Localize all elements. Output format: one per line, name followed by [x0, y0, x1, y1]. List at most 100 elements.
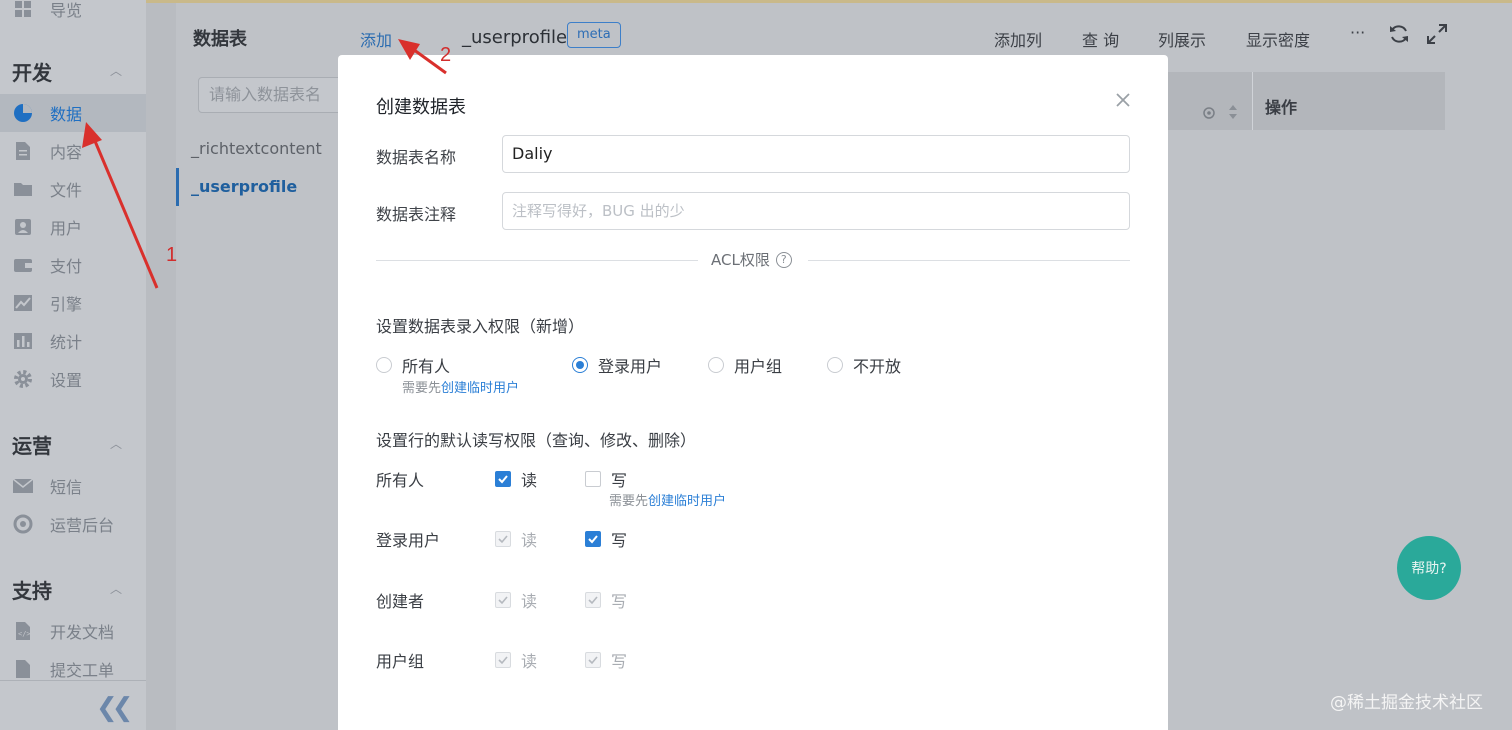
column-settings-icon[interactable] [1202, 105, 1216, 124]
section-title-dev: 开发 [12, 61, 52, 85]
chevron-up-icon[interactable]: ︿ [110, 580, 122, 597]
question-circle-icon[interactable]: ? [775, 251, 792, 268]
table-list-item[interactable]: _richtextcontent [191, 139, 322, 158]
radio-label: 不开放 [853, 357, 902, 376]
annotation-number: 1 [166, 244, 178, 266]
column-display-button[interactable]: 列展示 [1158, 27, 1206, 51]
hint-text: 需要先 [609, 494, 649, 509]
more-button[interactable]: ··· [1350, 23, 1365, 42]
sidebar-item-overview[interactable]: 导览 [0, 0, 146, 28]
radio-circle-selected[interactable] [572, 357, 588, 373]
acl-divider-label: ACL权限 ? [711, 249, 792, 270]
sidebar-item-payment[interactable]: 支付 [0, 246, 146, 284]
checkbox-checked-icon[interactable] [585, 531, 601, 547]
read-label: 读 [521, 592, 538, 611]
role-label: 登录用户 [376, 531, 441, 550]
chevron-up-icon[interactable]: ︿ [110, 435, 122, 452]
sidebar-item-settings[interactable]: 设置 [0, 360, 146, 398]
read-label: 读 [521, 531, 538, 550]
radio-circle[interactable] [376, 357, 392, 373]
sidebar-item-stats[interactable]: 统计 [0, 322, 146, 360]
sidebar-item-label: 引擎 [50, 295, 83, 314]
sidebar-item-sms[interactable]: 短信 [0, 467, 146, 505]
radio-label: 所有人 [402, 357, 451, 376]
sidebar-item-label: 内容 [50, 143, 83, 162]
temp-user-hint: 需要先创建临时用户 [609, 490, 726, 509]
sidebar-item-users[interactable]: 用户 [0, 208, 146, 246]
grid-icon [12, 0, 34, 20]
create-temp-user-link[interactable]: 创建临时用户 [441, 381, 519, 396]
sidebar-item-engine[interactable]: 引擎 [0, 284, 146, 322]
sidebar-item-content[interactable]: 内容 [0, 132, 146, 170]
checkbox-icon[interactable] [585, 471, 601, 487]
table-name-input[interactable]: Daliy [502, 135, 1130, 173]
help-button[interactable]: 帮助? [1397, 536, 1461, 600]
table-list-item-active[interactable]: _userprofile [191, 177, 297, 196]
sidebar-item-data[interactable]: 数据 [0, 94, 146, 132]
chevron-up-icon[interactable]: ︿ [110, 62, 122, 79]
section-title-support: 支持 [12, 579, 52, 603]
sidebar-item-label: 开发文档 [50, 623, 115, 642]
write-label: 写 [611, 531, 628, 550]
row-permission-title: 设置行的默认读写权限（查询、修改、删除） [376, 431, 697, 450]
sidebar-item-label: 文件 [50, 181, 83, 200]
read-checkbox-everyone[interactable]: 读 [495, 467, 537, 491]
role-label: 创建者 [376, 592, 425, 611]
meta-badge: meta [567, 22, 621, 48]
refresh-icon[interactable] [1388, 23, 1410, 49]
acl-label: ACL权限 [711, 251, 770, 269]
add-column-button[interactable]: 添加列 [994, 27, 1042, 51]
write-checkbox-everyone[interactable]: 写 [585, 467, 627, 491]
write-label: 写 [611, 592, 628, 611]
table-comment-input[interactable]: 注释写得好，BUG 出的少 [502, 192, 1130, 230]
write-checkbox-logged-in[interactable]: 写 [585, 527, 627, 551]
fullscreen-icon[interactable] [1426, 23, 1448, 49]
radio-circle[interactable] [827, 357, 843, 373]
checkbox-disabled-icon [495, 592, 511, 608]
ticket-icon [12, 658, 34, 680]
query-button[interactable]: 查 询 [1082, 27, 1119, 51]
sidebar-item-files[interactable]: 文件 [0, 170, 146, 208]
grid-column-divider [1252, 72, 1253, 130]
bar-chart-icon [12, 330, 34, 352]
radio-label: 用户组 [734, 357, 783, 376]
close-icon[interactable] [1112, 89, 1134, 111]
display-density-button[interactable]: 显示密度 [1246, 27, 1310, 51]
gear-icon [12, 368, 34, 390]
radio-circle[interactable] [708, 357, 724, 373]
folder-icon [12, 178, 34, 200]
read-label: 读 [521, 652, 538, 671]
annotation-number: 2 [440, 44, 452, 66]
radio-user-group[interactable]: 用户组 [708, 353, 782, 377]
page-title: _userprofile [462, 27, 568, 48]
read-label: 读 [521, 471, 538, 490]
sidebar-item-dev-docs[interactable]: </> 开发文档 [0, 612, 146, 650]
divider [376, 260, 698, 261]
sidebar-item-ops-console[interactable]: 运营后台 [0, 505, 146, 543]
checkbox-checked-icon[interactable] [495, 471, 511, 487]
write-label: 写 [611, 471, 628, 490]
sidebar-collapse-bar: ❮❮ [0, 680, 146, 730]
radio-closed[interactable]: 不开放 [827, 353, 901, 377]
role-label: 所有人 [376, 471, 425, 490]
dialog-title: 创建数据表 [376, 97, 466, 118]
temp-user-hint: 需要先创建临时用户 [402, 377, 519, 396]
mail-icon [12, 475, 34, 497]
radio-everyone[interactable]: 所有人 [376, 353, 450, 377]
sidebar-item-label: 设置 [50, 371, 83, 390]
create-temp-user-link[interactable]: 创建临时用户 [648, 494, 726, 509]
checkbox-disabled-icon [495, 531, 511, 547]
checkbox-disabled-icon [495, 652, 511, 668]
radio-logged-in[interactable]: 登录用户 [572, 353, 662, 377]
radio-label: 登录用户 [598, 357, 663, 376]
table-name-label: 数据表名称 [376, 148, 457, 167]
checkbox-disabled-icon [585, 592, 601, 608]
double-chevron-left-icon[interactable]: ❮❮ [96, 693, 133, 723]
add-table-link[interactable]: 添加 [360, 27, 392, 51]
role-label: 用户组 [376, 652, 425, 671]
insert-permission-title: 设置数据表录入权限（新增） [376, 317, 585, 336]
sort-icon[interactable] [1228, 104, 1238, 124]
sidebar-item-label: 导览 [50, 1, 83, 20]
divider [808, 260, 1130, 261]
table-search-input[interactable]: 请输入数据表名 [198, 77, 358, 113]
